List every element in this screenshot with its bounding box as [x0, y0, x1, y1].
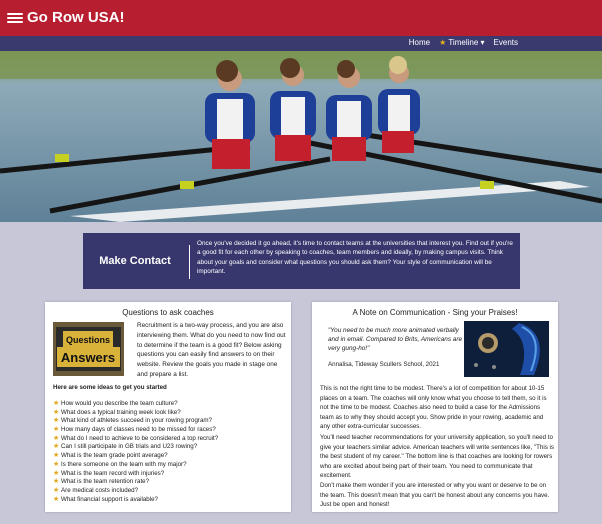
list-item: ★ What is the team record with injuries?: [53, 469, 165, 477]
nav-timeline[interactable]: ★ Timeline ▾: [439, 37, 484, 49]
nav-events[interactable]: Events: [494, 37, 518, 49]
questions-answers-image: Questions Answers: [53, 322, 124, 376]
site-logo[interactable]: Go Row USA!: [7, 9, 125, 26]
main-nav: Home ★ Timeline ▾ Events: [0, 36, 602, 51]
star-icon: ★: [53, 460, 60, 468]
list-item: ★ Is there someone on the team with my ma…: [53, 460, 187, 468]
list-item: ★ Can I still participate in GB trials an…: [53, 443, 198, 451]
quote-text: "You need to be much more animated verba…: [328, 327, 463, 352]
star-icon: ★: [439, 38, 447, 47]
nav-timeline-label: Timeline: [448, 38, 479, 47]
star-icon: ★: [53, 495, 60, 503]
site-title: Go Row USA!: [27, 9, 125, 26]
star-icon: ★: [53, 417, 60, 425]
hamburger-icon[interactable]: [7, 11, 23, 25]
star-icon: ★: [53, 452, 60, 460]
caret-down-icon: ▾: [480, 38, 485, 47]
questions-list: ★ How would you describe the team culture…: [53, 400, 289, 504]
hero-rowing-image: [0, 51, 602, 222]
questions-lead: Here are some ideas to get you started: [53, 384, 167, 391]
rowing-blade-image: [464, 321, 549, 377]
star-icon: ★: [53, 469, 60, 477]
star-icon: ★: [53, 426, 60, 434]
list-item: ★ What kind of athletes succeed in your r…: [53, 417, 212, 425]
list-item: ★ Are medical costs included?: [53, 486, 139, 494]
make-contact-text: Once you've decided it go ahead, it's ti…: [197, 240, 513, 275]
list-item: ★ What does a typical training week look …: [53, 408, 181, 416]
star-icon: ★: [53, 443, 60, 451]
communication-paragraph: You'll need teacher recommendations for …: [320, 434, 554, 480]
make-contact-section: Make Contact Once you've decided it go a…: [83, 233, 520, 289]
list-item: ★ How many days of classes need to be mis…: [53, 426, 216, 434]
make-contact-title: Make Contact: [99, 255, 171, 267]
questions-card: Questions to ask coaches Questions Answe…: [45, 302, 291, 512]
qa-image-text-bottom: Answers: [61, 350, 115, 365]
star-icon: ★: [53, 486, 60, 494]
list-item: ★ How would you describe the team culture…: [53, 400, 178, 407]
star-icon: ★: [53, 478, 60, 486]
list-item: ★ What is the team grade point average?: [53, 452, 168, 460]
questions-card-title: Questions to ask coaches: [122, 308, 214, 317]
list-item: ★ What is the team retention rate?: [53, 478, 150, 486]
quote-attribution: Annalisa, Tideway Scullers School, 2021: [328, 361, 440, 368]
communication-paragraph: This is not the right time to be modest.…: [320, 385, 547, 431]
communication-card: A Note on Communication - Sing your Prai…: [312, 302, 558, 512]
communication-paragraph: Don't make them wonder if you are intere…: [320, 482, 550, 509]
list-item: ★ What do I need to achieve to be conside…: [53, 434, 219, 442]
list-item: ★ What financial support is available?: [53, 495, 158, 503]
qa-image-text-top: Questions: [66, 335, 110, 345]
communication-card-title: A Note on Communication - Sing your Prai…: [352, 308, 518, 317]
nav-home[interactable]: Home: [409, 37, 430, 49]
site-header: Go Row USA!: [0, 0, 602, 36]
questions-intro: Recruitment is a two-way process, and yo…: [137, 322, 286, 378]
divider: [189, 245, 190, 279]
star-icon: ★: [53, 400, 60, 407]
